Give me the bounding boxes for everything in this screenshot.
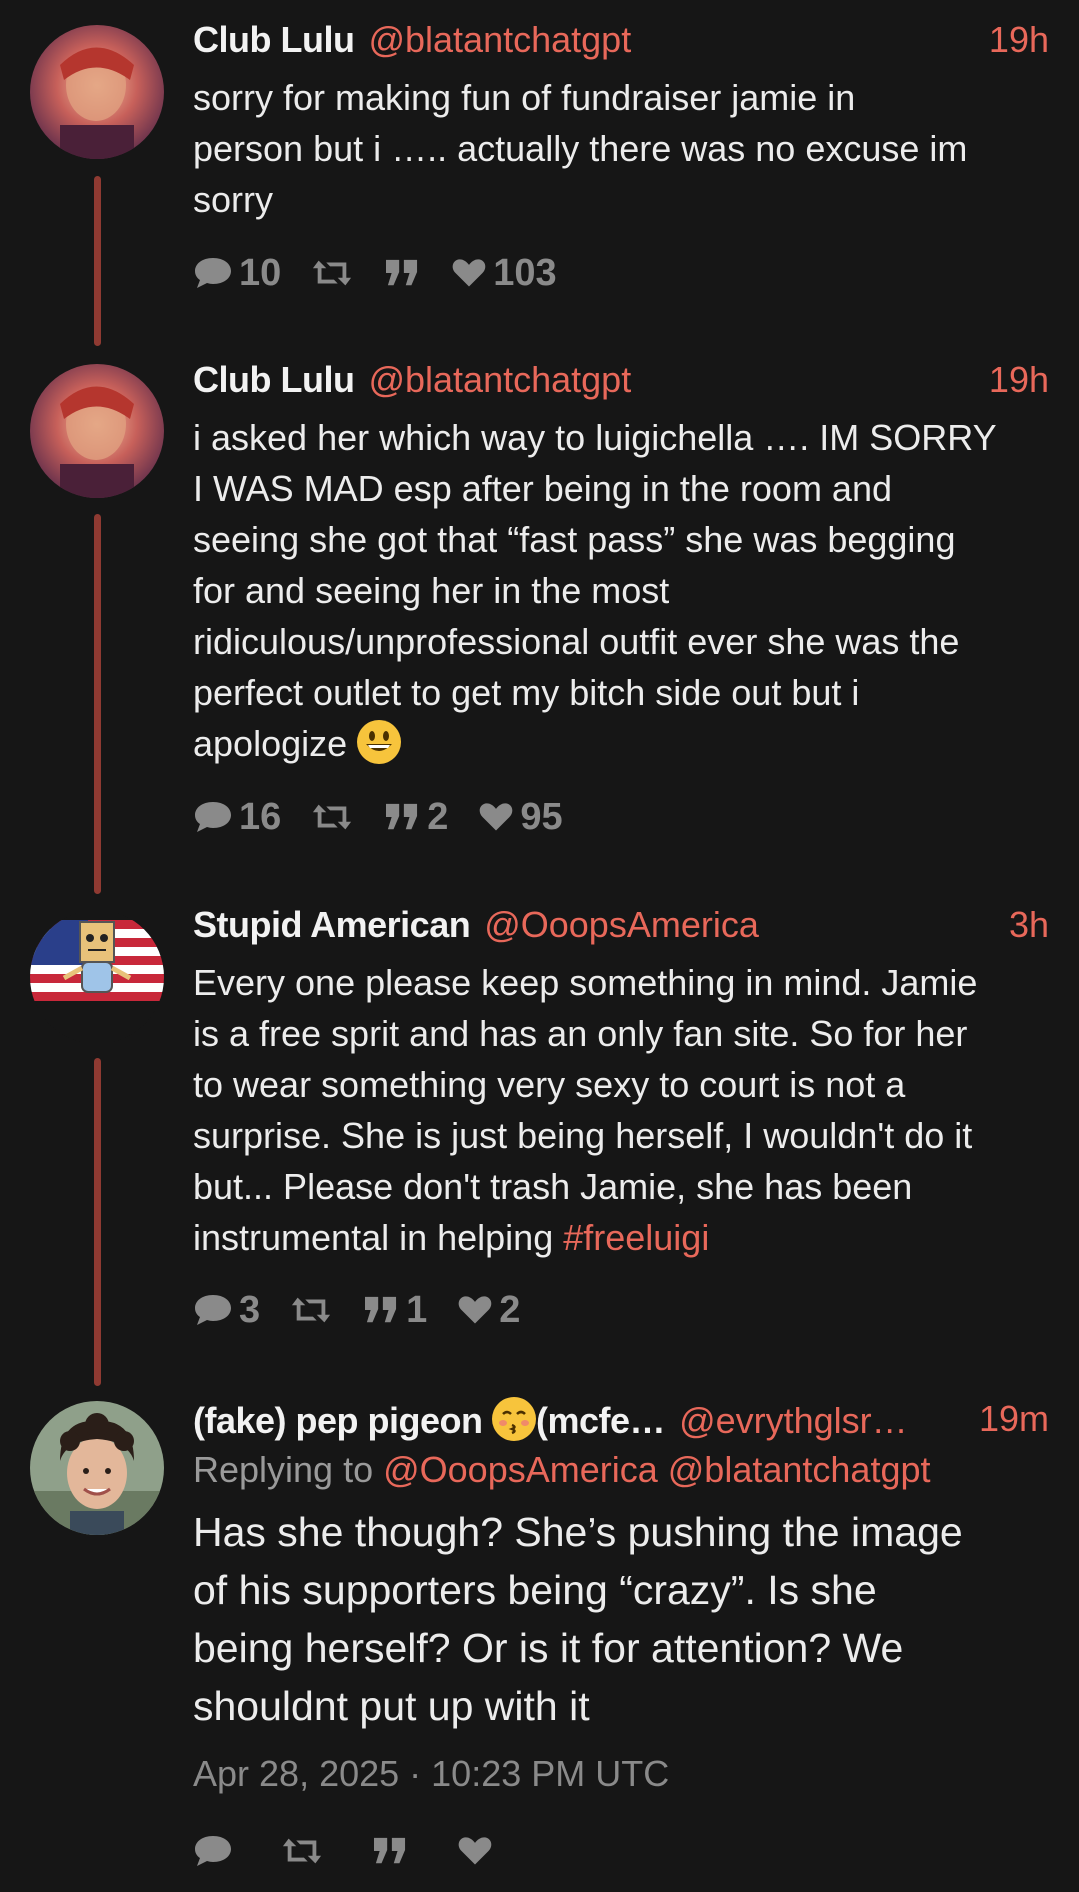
quote-count: 2 xyxy=(427,795,449,838)
like-button[interactable]: 103 xyxy=(451,251,557,295)
quote-button[interactable]: 2 xyxy=(383,796,448,839)
tweet-text: i asked her which way to luigichella …. … xyxy=(193,417,997,764)
mention-link[interactable]: @blatantchatgpt xyxy=(668,1449,931,1490)
avatar[interactable] xyxy=(30,910,164,1044)
quote-icon xyxy=(383,801,421,833)
action-bar: 16 2 95 xyxy=(193,792,593,842)
quote-button[interactable] xyxy=(371,1835,409,1867)
reply-count: 3 xyxy=(239,1288,261,1331)
like-count: 103 xyxy=(493,251,557,294)
like-count: 95 xyxy=(520,795,563,838)
comment-icon xyxy=(193,1834,233,1868)
reply-button[interactable]: 16 xyxy=(193,796,281,839)
avatar[interactable] xyxy=(30,25,164,159)
retweet-icon xyxy=(281,1834,323,1868)
display-name[interactable]: Club Lulu xyxy=(193,359,355,400)
like-button[interactable]: 2 xyxy=(457,1289,520,1332)
quote-button[interactable]: 1 xyxy=(362,1289,427,1332)
user-handle[interactable]: @blatantchatgpt xyxy=(368,359,631,400)
retweet-icon xyxy=(311,256,353,290)
avatar[interactable] xyxy=(30,364,164,498)
quote-icon xyxy=(362,1294,400,1326)
heart-icon xyxy=(451,257,487,289)
grinning-face-emoji xyxy=(357,720,402,764)
user-handle[interactable]: @OoopsAmerica xyxy=(484,904,759,945)
comment-icon xyxy=(193,800,233,834)
reply-button[interactable] xyxy=(193,1834,233,1868)
timestamp[interactable]: 19m xyxy=(979,1397,1049,1441)
user-handle[interactable]: @evrythglsr… xyxy=(679,1400,908,1441)
display-name[interactable]: Stupid American xyxy=(193,904,471,945)
action-bar xyxy=(193,1826,523,1876)
reply-button[interactable]: 10 xyxy=(193,252,281,295)
display-name[interactable]: (fake) pep pigeon (mcfe… xyxy=(193,1397,666,1441)
quote-icon xyxy=(371,1835,409,1867)
retweet-button[interactable] xyxy=(311,800,353,834)
retweet-button[interactable] xyxy=(290,1293,332,1327)
retweet-button[interactable] xyxy=(281,1834,323,1868)
thread-line xyxy=(94,1058,101,1386)
reply-button[interactable]: 3 xyxy=(193,1289,260,1332)
user-handle[interactable]: @blatantchatgpt xyxy=(368,19,631,60)
display-name[interactable]: Club Lulu xyxy=(193,19,355,60)
action-bar: 3 1 2 xyxy=(193,1285,550,1335)
tweet-date[interactable]: Apr 28, 2025 · 10:23 PM UTC xyxy=(193,1753,1049,1795)
timestamp[interactable]: 3h xyxy=(1009,903,1049,947)
quote-icon xyxy=(383,257,421,289)
tweet-body: Every one please keep something in mind.… xyxy=(193,957,1049,1263)
comment-icon xyxy=(193,1293,233,1327)
like-button[interactable]: 95 xyxy=(478,795,563,839)
timestamp[interactable]: 19h xyxy=(989,358,1049,402)
reply-count: 10 xyxy=(239,251,282,294)
retweet-icon xyxy=(290,1293,332,1327)
thread-line xyxy=(94,514,101,894)
quote-button[interactable] xyxy=(383,257,421,289)
comment-icon xyxy=(193,256,233,290)
replying-to: Replying to @OoopsAmerica @blatantchatgp… xyxy=(193,1449,931,1490)
tweet-body: sorry for making fun of fundraiser jamie… xyxy=(193,77,968,220)
tweet-body: i asked her which way to luigichella …. … xyxy=(193,412,1049,769)
action-bar: 10 103 xyxy=(193,248,587,298)
kissing-face-emoji xyxy=(492,1397,537,1441)
timestamp[interactable]: 19h xyxy=(989,18,1049,62)
retweet-icon xyxy=(311,800,353,834)
heart-icon xyxy=(457,1835,493,1867)
retweet-button[interactable] xyxy=(311,256,353,290)
tweet-text: Every one please keep something in mind.… xyxy=(193,962,978,1258)
reply-count: 16 xyxy=(239,795,282,838)
tweet-body: Has she though? She’s pushing the image … xyxy=(193,1509,963,1729)
heart-icon xyxy=(457,1294,493,1326)
like-count: 2 xyxy=(499,1288,521,1331)
quote-count: 1 xyxy=(406,1288,428,1331)
like-button[interactable] xyxy=(457,1835,493,1867)
thread-line xyxy=(94,176,101,346)
heart-icon xyxy=(478,801,514,833)
hashtag-link[interactable]: #freeluigi xyxy=(563,1217,709,1258)
avatar[interactable] xyxy=(30,1401,164,1535)
mention-link[interactable]: @OoopsAmerica xyxy=(383,1449,658,1490)
